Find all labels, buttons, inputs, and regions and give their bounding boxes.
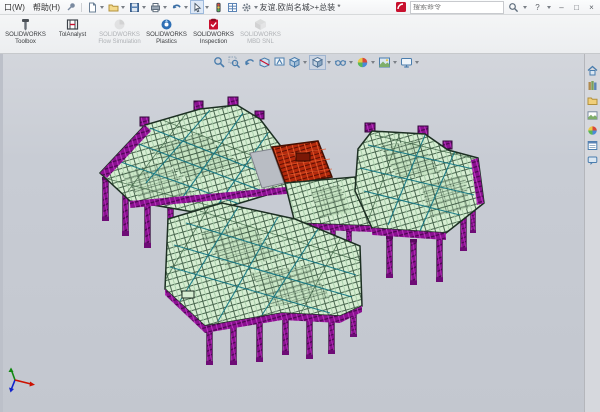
custom-properties-icon[interactable] bbox=[587, 138, 598, 149]
edit-appearance-caret[interactable] bbox=[371, 61, 375, 64]
undo-icon[interactable] bbox=[169, 0, 183, 14]
toolbox-icon bbox=[19, 18, 32, 31]
display-style-caret[interactable] bbox=[327, 61, 331, 64]
addin-inspection[interactable]: SOLIDWORKS Inspection bbox=[190, 15, 237, 53]
assembly-model[interactable] bbox=[0, 53, 585, 412]
task-pane-tabs bbox=[584, 53, 600, 412]
plastics-icon bbox=[160, 18, 173, 31]
open-file-caret[interactable] bbox=[121, 6, 125, 9]
addin-label: SOLIDWORKS MBD SNL bbox=[237, 32, 284, 45]
title-bar: 口(W) 帮助(H) 友谊.欧尚名城>+总 bbox=[0, 0, 600, 15]
apply-scene-icon[interactable] bbox=[377, 56, 392, 69]
addin-flow-simulation[interactable]: SOLIDWORKS Flow Simulation bbox=[96, 15, 143, 53]
view-settings-caret[interactable] bbox=[415, 61, 419, 64]
select-caret[interactable] bbox=[205, 6, 209, 9]
minimize-button[interactable]: – bbox=[555, 2, 568, 13]
addin-tolanalyst[interactable]: TolAnalyst bbox=[49, 15, 96, 53]
section-view-icon[interactable] bbox=[257, 56, 272, 69]
graphics-viewport[interactable] bbox=[0, 53, 600, 412]
search-icon[interactable] bbox=[506, 0, 520, 14]
quick-access-toolbar bbox=[85, 0, 260, 14]
addin-solidworks-toolbox[interactable]: SOLIDWORKS Toolbox bbox=[2, 15, 49, 53]
search-input[interactable] bbox=[411, 4, 489, 11]
options-gear-icon[interactable] bbox=[239, 0, 253, 14]
hide-show-items-caret[interactable] bbox=[349, 61, 353, 64]
view-orientation-icon[interactable] bbox=[287, 56, 302, 69]
restore-button[interactable]: □ bbox=[570, 2, 583, 13]
close-button[interactable]: × bbox=[585, 2, 598, 13]
menu-window[interactable]: 口(W) bbox=[0, 2, 29, 13]
print-icon[interactable] bbox=[148, 0, 162, 14]
menu-help[interactable]: 帮助(H) bbox=[29, 2, 64, 13]
addin-label: SOLIDWORKS Inspection bbox=[190, 32, 237, 45]
heads-up-view-toolbar bbox=[212, 55, 421, 70]
print-caret[interactable] bbox=[163, 6, 167, 9]
rebuild-traffic-light-icon[interactable] bbox=[211, 0, 225, 14]
tolanalyst-icon bbox=[66, 18, 79, 31]
pin-icon[interactable] bbox=[64, 0, 78, 14]
new-file-icon[interactable] bbox=[85, 0, 99, 14]
save-caret[interactable] bbox=[142, 6, 146, 9]
addin-plastics[interactable]: SOLIDWORKS Plastics bbox=[143, 15, 190, 53]
addin-mbd-snl[interactable]: SOLIDWORKS MBD SNL bbox=[237, 15, 284, 53]
mbd-snl-icon bbox=[254, 18, 267, 31]
solidworks-window: { "window": { "menu": [ {"label": "口(W)"… bbox=[0, 0, 600, 412]
document-title: 友谊.欧尚名城>+总装 * bbox=[260, 2, 341, 13]
inspection-icon bbox=[207, 18, 220, 31]
help-caret[interactable] bbox=[547, 6, 551, 9]
display-style-icon[interactable] bbox=[309, 55, 326, 70]
open-file-icon[interactable] bbox=[106, 0, 120, 14]
edit-appearance-icon[interactable] bbox=[355, 56, 370, 69]
view-orientation-caret[interactable] bbox=[303, 61, 307, 64]
save-icon[interactable] bbox=[127, 0, 141, 14]
addins-toolbar: SOLIDWORKS Toolbox TolAnalyst SOLIDWORKS… bbox=[0, 15, 600, 54]
addin-label: TolAnalyst bbox=[59, 32, 86, 39]
zoom-to-area-icon[interactable] bbox=[227, 56, 242, 69]
toolbar-separator bbox=[81, 3, 82, 12]
addin-label: SOLIDWORKS Plastics bbox=[143, 32, 190, 45]
view-palette-icon[interactable] bbox=[587, 108, 598, 119]
file-properties-icon[interactable] bbox=[225, 0, 239, 14]
hide-show-items-icon[interactable] bbox=[333, 56, 348, 69]
titlebar-right: ? – □ × bbox=[394, 0, 600, 14]
apply-scene-caret[interactable] bbox=[393, 61, 397, 64]
new-file-caret[interactable] bbox=[100, 6, 104, 9]
addin-label: SOLIDWORKS Toolbox bbox=[2, 32, 49, 45]
solidworks-forum-icon[interactable] bbox=[587, 153, 598, 164]
solidworks-resources-icon[interactable] bbox=[587, 63, 598, 74]
flow-simulation-icon bbox=[113, 18, 126, 31]
select-icon[interactable] bbox=[190, 0, 204, 14]
solidworks-logo-icon bbox=[394, 0, 408, 14]
search-box[interactable] bbox=[410, 1, 504, 14]
origin-triad bbox=[5, 366, 39, 396]
appearances-scenes-icon[interactable] bbox=[587, 123, 598, 134]
addin-label: SOLIDWORKS Flow Simulation bbox=[96, 32, 143, 45]
dynamic-annotation-views-icon[interactable] bbox=[272, 56, 287, 69]
options-caret[interactable] bbox=[254, 6, 258, 9]
zoom-to-fit-icon[interactable] bbox=[212, 56, 227, 69]
view-settings-icon[interactable] bbox=[399, 56, 414, 69]
design-library-icon[interactable] bbox=[587, 78, 598, 89]
previous-view-icon[interactable] bbox=[242, 56, 257, 69]
undo-caret[interactable] bbox=[184, 6, 188, 9]
file-explorer-icon[interactable] bbox=[587, 93, 598, 104]
help-button[interactable]: ? bbox=[531, 2, 544, 13]
search-caret[interactable] bbox=[523, 6, 527, 9]
